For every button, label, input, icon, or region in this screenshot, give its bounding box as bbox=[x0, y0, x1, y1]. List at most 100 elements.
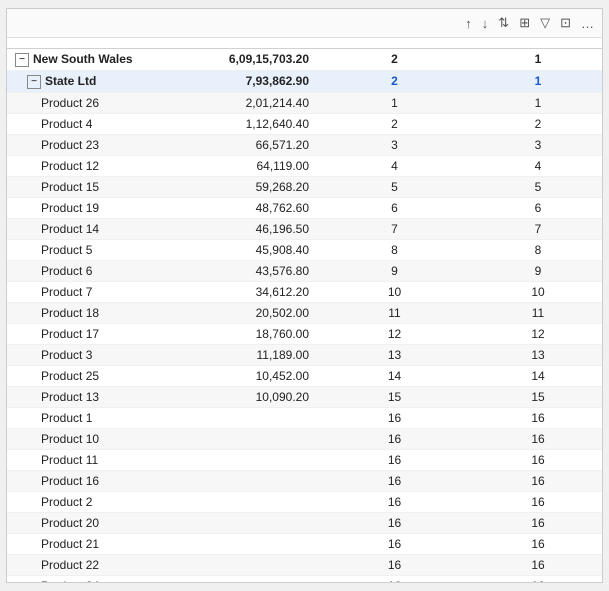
territory-cell: Product 21 bbox=[7, 533, 187, 554]
sales-cell bbox=[187, 407, 317, 428]
wrong-rank-cell: 16 bbox=[317, 575, 472, 582]
wrong-rank-cell: 3 bbox=[317, 134, 472, 155]
sales-cell: 1,12,640.40 bbox=[187, 113, 317, 134]
right-rank-cell: 16 bbox=[472, 533, 602, 554]
territory-cell: Product 15 bbox=[7, 176, 187, 197]
wrong-rank-cell: 16 bbox=[317, 554, 472, 575]
sales-cell: 48,762.60 bbox=[187, 197, 317, 218]
right-rank-cell: 16 bbox=[472, 470, 602, 491]
header-row bbox=[7, 38, 602, 49]
territory-cell: Product 14 bbox=[7, 218, 187, 239]
col-wrong-measure bbox=[317, 38, 472, 49]
wrong-rank-cell: 16 bbox=[317, 491, 472, 512]
sort-asc-icon[interactable]: ↑ bbox=[463, 14, 474, 33]
right-rank-cell: 16 bbox=[472, 512, 602, 533]
filter-icon[interactable]: ▽ bbox=[538, 13, 552, 33]
row-state: −State Ltd 7,93,862.90 2 1 bbox=[7, 70, 602, 92]
table-container[interactable]: −New South Wales 6,09,15,703.20 2 1 −Sta… bbox=[7, 38, 602, 582]
sales-cell: 66,571.20 bbox=[187, 134, 317, 155]
right-rank-cell: 4 bbox=[472, 155, 602, 176]
right-rank-cell: 5 bbox=[472, 176, 602, 197]
territory-cell: Product 1 bbox=[7, 407, 187, 428]
territory-cell: Product 26 bbox=[7, 92, 187, 113]
table-row: Product 22 16 16 bbox=[7, 554, 602, 575]
col-right-measure bbox=[472, 38, 602, 49]
right-rank-cell: 16 bbox=[472, 407, 602, 428]
territory-cell: Product 16 bbox=[7, 470, 187, 491]
wrong-rank-cell: 6 bbox=[317, 197, 472, 218]
sales-cell: 20,502.00 bbox=[187, 302, 317, 323]
wrong-rank-cell: 16 bbox=[317, 428, 472, 449]
sales-cell bbox=[187, 491, 317, 512]
col-total-sales bbox=[187, 38, 317, 49]
sales-cell: 59,268.20 bbox=[187, 176, 317, 197]
sales-cell: 45,908.40 bbox=[187, 239, 317, 260]
export-icon[interactable]: ⊡ bbox=[558, 13, 573, 33]
table-row: Product 12 64,119.00 4 4 bbox=[7, 155, 602, 176]
table-row: Product 25 10,452.00 14 14 bbox=[7, 365, 602, 386]
right-rank-cell: 7 bbox=[472, 218, 602, 239]
toolbar: ↑ ↓ ⇅ ⊞ ▽ ⊡ … bbox=[7, 9, 602, 38]
right-rank-cell: 16 bbox=[472, 449, 602, 470]
table-row: Product 3 11,189.00 13 13 bbox=[7, 344, 602, 365]
right-rank-cell: 16 bbox=[472, 575, 602, 582]
table-row: Product 26 2,01,214.40 1 1 bbox=[7, 92, 602, 113]
sales-cell: 7,93,862.90 bbox=[187, 70, 317, 92]
expand-nsw[interactable]: − bbox=[15, 53, 29, 67]
col-territory bbox=[7, 38, 187, 49]
wrong-rank-cell: 2 bbox=[317, 70, 472, 92]
wrong-rank-cell: 2 bbox=[317, 113, 472, 134]
table-row: Product 16 16 16 bbox=[7, 470, 602, 491]
table-row: Product 21 16 16 bbox=[7, 533, 602, 554]
territory-cell: Product 13 bbox=[7, 386, 187, 407]
wrong-rank-cell: 15 bbox=[317, 386, 472, 407]
territory-cell: Product 7 bbox=[7, 281, 187, 302]
sales-cell bbox=[187, 470, 317, 491]
right-rank-cell: 8 bbox=[472, 239, 602, 260]
sales-cell: 64,119.00 bbox=[187, 155, 317, 176]
row-nsw: −New South Wales 6,09,15,703.20 2 1 bbox=[7, 49, 602, 71]
table-row: Product 6 43,576.80 9 9 bbox=[7, 260, 602, 281]
sales-cell bbox=[187, 428, 317, 449]
sales-cell: 11,189.00 bbox=[187, 344, 317, 365]
expand-state[interactable]: − bbox=[27, 75, 41, 89]
territory-cell: Product 20 bbox=[7, 512, 187, 533]
territory-cell: Product 24 bbox=[7, 575, 187, 582]
table-row: Product 19 48,762.60 6 6 bbox=[7, 197, 602, 218]
right-rank-cell: 2 bbox=[472, 113, 602, 134]
table-row: Product 5 45,908.40 8 8 bbox=[7, 239, 602, 260]
right-rank-cell: 14 bbox=[472, 365, 602, 386]
territory-cell: Product 3 bbox=[7, 344, 187, 365]
territory-cell: Product 25 bbox=[7, 365, 187, 386]
right-rank-cell: 11 bbox=[472, 302, 602, 323]
right-rank-cell: 13 bbox=[472, 344, 602, 365]
expand-icon[interactable]: ⊞ bbox=[517, 13, 532, 33]
table-row: Product 2 16 16 bbox=[7, 491, 602, 512]
sales-cell: 10,452.00 bbox=[187, 365, 317, 386]
right-rank-cell: 1 bbox=[472, 49, 602, 71]
sales-cell bbox=[187, 512, 317, 533]
right-rank-cell: 9 bbox=[472, 260, 602, 281]
wrong-rank-cell: 5 bbox=[317, 176, 472, 197]
table-row: Product 18 20,502.00 11 11 bbox=[7, 302, 602, 323]
sales-cell: 46,196.50 bbox=[187, 218, 317, 239]
right-rank-cell: 16 bbox=[472, 554, 602, 575]
right-rank-cell: 10 bbox=[472, 281, 602, 302]
table-row: Product 14 46,196.50 7 7 bbox=[7, 218, 602, 239]
more-icon[interactable]: … bbox=[579, 14, 596, 33]
table-row: Product 13 10,090.20 15 15 bbox=[7, 386, 602, 407]
table-row: Product 17 18,760.00 12 12 bbox=[7, 323, 602, 344]
sort-both-icon[interactable]: ⇅ bbox=[496, 13, 511, 33]
wrong-rank-cell: 13 bbox=[317, 344, 472, 365]
right-rank-cell: 16 bbox=[472, 428, 602, 449]
territory-cell: Product 18 bbox=[7, 302, 187, 323]
territory-cell: Product 6 bbox=[7, 260, 187, 281]
sales-cell: 2,01,214.40 bbox=[187, 92, 317, 113]
main-panel: ↑ ↓ ⇅ ⊞ ▽ ⊡ … −New South Wales 6,09,15,7… bbox=[6, 8, 603, 583]
sort-desc-icon[interactable]: ↓ bbox=[480, 14, 491, 33]
wrong-rank-cell: 8 bbox=[317, 239, 472, 260]
wrong-rank-cell: 1 bbox=[317, 92, 472, 113]
wrong-rank-cell: 10 bbox=[317, 281, 472, 302]
sales-cell bbox=[187, 533, 317, 554]
territory-cell: Product 17 bbox=[7, 323, 187, 344]
